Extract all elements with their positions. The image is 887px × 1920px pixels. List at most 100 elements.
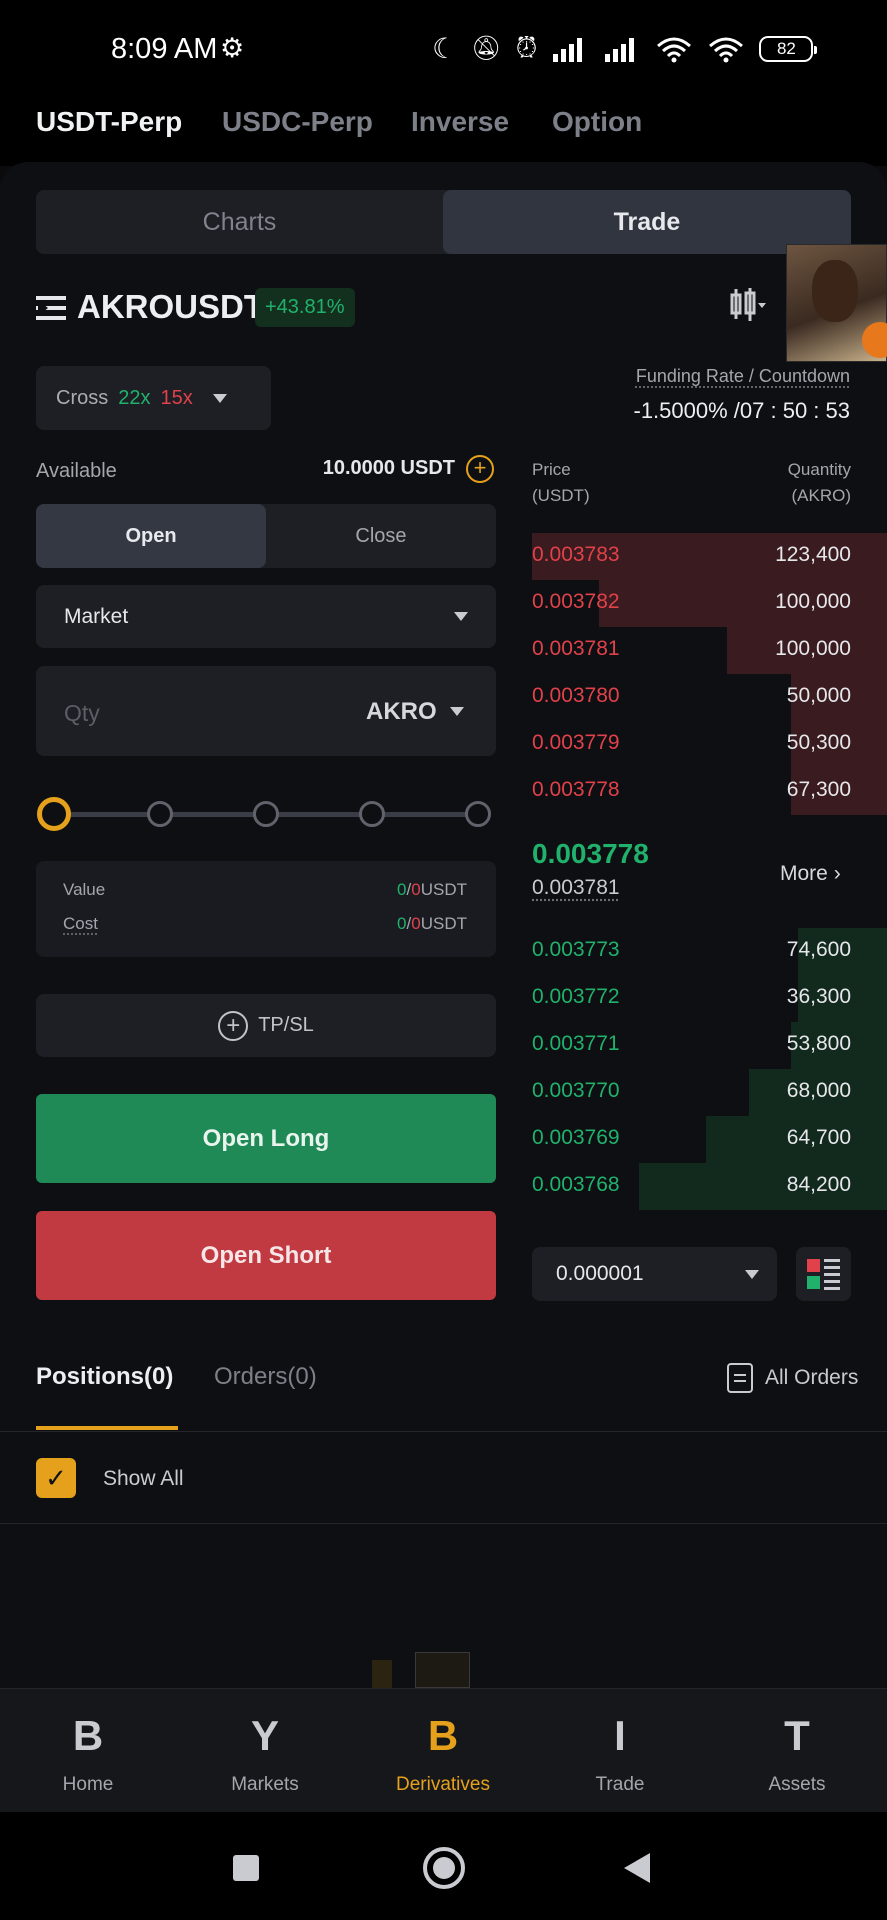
ask-row[interactable]: 0.003781 100,000: [532, 627, 887, 674]
nav-assets[interactable]: T Assets: [722, 1712, 872, 1796]
all-orders-link[interactable]: All Orders: [727, 1363, 858, 1393]
battery-icon: 82: [759, 35, 818, 62]
bid-row[interactable]: 0.003772 36,300: [532, 975, 887, 1022]
add-funds-icon[interactable]: +: [466, 455, 494, 483]
slider-stop-25[interactable]: [147, 801, 173, 827]
active-tab-indicator: [36, 1426, 178, 1430]
assets-icon: T: [784, 1712, 810, 1759]
symbol-name[interactable]: AKROUSDT: [77, 288, 264, 326]
ask-price: 0.003778: [532, 778, 620, 801]
home-button-icon[interactable]: [423, 1847, 465, 1889]
bid-price: 0.003771: [532, 1032, 620, 1055]
tab-usdc-perp[interactable]: USDC-Perp: [222, 106, 373, 138]
margin-mode-selector[interactable]: Cross 22x 15x: [36, 366, 271, 430]
ask-price: 0.003780: [532, 684, 620, 707]
trade-icon: I: [614, 1712, 626, 1759]
open-long-button[interactable]: Open Long: [36, 1094, 496, 1183]
slider-stop-100[interactable]: [465, 801, 491, 827]
signal-icon: [553, 37, 583, 62]
slider-stop-0[interactable]: [37, 797, 71, 831]
slider-stop-75[interactable]: [359, 801, 385, 827]
ask-row[interactable]: 0.003783 123,400: [532, 533, 887, 580]
tab-usdt-perp[interactable]: USDT-Perp: [36, 106, 182, 138]
qty-unit-selector[interactable]: AKRO: [366, 698, 437, 726]
show-all-label: Show All: [103, 1467, 184, 1490]
chevron-down-icon: [450, 707, 464, 716]
nav-derivatives[interactable]: B Derivatives: [368, 1712, 518, 1796]
tpsl-button[interactable]: + TP/SL: [36, 994, 496, 1057]
bid-quantity: 64,700: [786, 1126, 851, 1149]
faded-box: [415, 1652, 470, 1688]
add-circle-icon: +: [218, 1010, 249, 1041]
bid-price: 0.003772: [532, 985, 620, 1008]
orderbook-more-link[interactable]: More ›: [780, 862, 841, 886]
ask-row[interactable]: 0.003779 50,300: [532, 721, 887, 768]
chevron-down-icon: [745, 1269, 759, 1279]
bid-price: 0.003770: [532, 1079, 620, 1102]
funding-rate-value: -1.5000% /07 : 50 : 53: [633, 398, 851, 423]
bid-price: 0.003769: [532, 1126, 620, 1149]
show-all-checkbox[interactable]: ✓: [36, 1458, 76, 1498]
nav-trade[interactable]: I Trade: [545, 1712, 695, 1796]
faded-bar: [372, 1660, 392, 1688]
change-badge: +43.81%: [255, 288, 355, 327]
order-type-value: Market: [64, 604, 129, 628]
open-tab[interactable]: Open: [36, 504, 266, 568]
bid-row[interactable]: 0.003773 74,600: [532, 928, 887, 975]
bid-row[interactable]: 0.003768 84,200: [532, 1163, 887, 1210]
tab-inverse[interactable]: Inverse: [411, 106, 509, 138]
ask-quantity: 100,000: [775, 590, 851, 613]
long-leverage: 22x: [118, 386, 151, 409]
tab-orders[interactable]: Orders(0): [214, 1363, 317, 1391]
last-price: 0.003778: [532, 838, 649, 869]
divider: [0, 1431, 887, 1432]
ask-row[interactable]: 0.003780 50,000: [532, 674, 887, 721]
candlestick-icon[interactable]: [728, 285, 768, 325]
recents-icon[interactable]: [233, 1855, 259, 1881]
tab-option[interactable]: Option: [552, 106, 642, 138]
back-icon[interactable]: [624, 1853, 650, 1883]
markets-icon: Y: [250, 1712, 279, 1759]
bid-quantity: 74,600: [786, 938, 851, 961]
orderbook-layout-icon[interactable]: [796, 1247, 851, 1301]
document-icon: [727, 1363, 753, 1393]
value-cost-box: [36, 861, 496, 957]
close-tab[interactable]: Close: [266, 504, 496, 568]
bid-quantity: 36,300: [786, 985, 851, 1008]
ask-price: 0.003779: [532, 731, 620, 754]
slider-stop-50[interactable]: [253, 801, 279, 827]
ask-row[interactable]: 0.003778 67,300: [532, 768, 887, 815]
tick-size-select[interactable]: 0.000001: [532, 1247, 777, 1301]
orderbook-price-header: Price (USDT): [532, 460, 590, 505]
nav-home[interactable]: B Home: [13, 1712, 163, 1796]
wifi-icon: [657, 37, 692, 62]
tab-positions[interactable]: Positions(0): [36, 1363, 173, 1391]
bid-row[interactable]: 0.003771 53,800: [532, 1022, 887, 1069]
bid-price: 0.003773: [532, 938, 620, 961]
home-icon: B: [72, 1712, 104, 1759]
ask-row[interactable]: 0.003782 100,000: [532, 580, 887, 627]
cost-label[interactable]: Cost: [63, 914, 98, 934]
bid-row[interactable]: 0.003769 64,700: [532, 1116, 887, 1163]
ask-price: 0.003781: [532, 637, 620, 660]
tick-size-value: 0.000001: [556, 1262, 644, 1285]
ask-quantity: 100,000: [775, 637, 851, 660]
charts-toggle-button[interactable]: Charts: [36, 190, 443, 254]
settings-gear-icon: ⚙: [220, 33, 245, 63]
open-short-button[interactable]: Open Short: [36, 1211, 496, 1300]
symbol-menu-icon[interactable]: [36, 294, 66, 322]
status-time: 8:09 AM: [111, 33, 218, 65]
value-amount: 0/0USDT: [397, 880, 467, 899]
ask-quantity: 50,000: [786, 684, 851, 707]
order-type-select[interactable]: Market: [36, 585, 496, 648]
mark-price[interactable]: 0.003781: [532, 876, 620, 900]
moon-icon: ☾: [432, 33, 458, 64]
funding-rate-label[interactable]: Funding Rate / Countdown: [600, 366, 850, 387]
derivatives-icon: B: [427, 1712, 459, 1759]
bid-quantity: 84,200: [786, 1173, 851, 1196]
ask-quantity: 123,400: [775, 543, 851, 566]
nav-markets[interactable]: Y Markets: [190, 1712, 340, 1796]
cost-amount: 0/0USDT: [397, 914, 467, 933]
bid-row[interactable]: 0.003770 68,000: [532, 1069, 887, 1116]
video-face: [812, 260, 858, 322]
